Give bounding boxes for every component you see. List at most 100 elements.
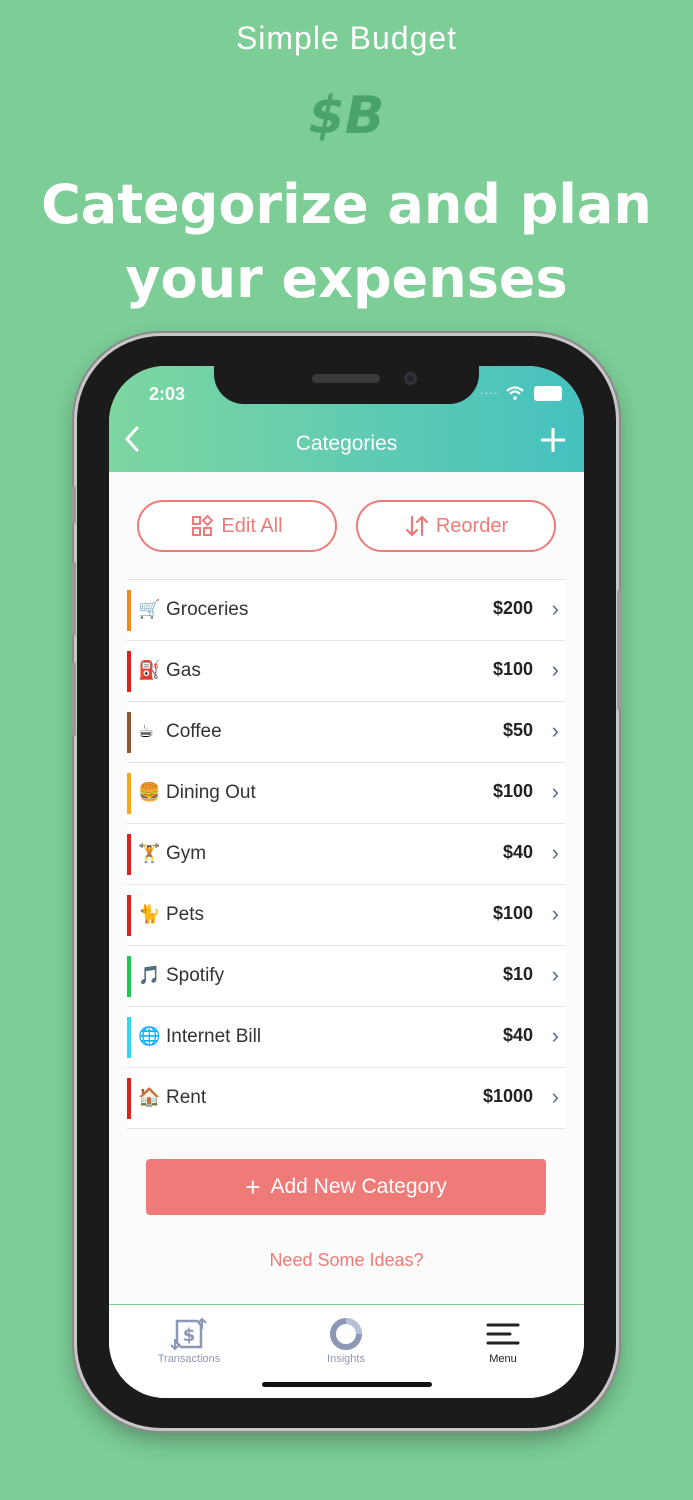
- category-row[interactable]: 🏠 Rent $1000 ›: [127, 1068, 565, 1129]
- speaker: [312, 374, 380, 383]
- category-amount: $10: [502, 964, 533, 984]
- category-name: Dining Out: [166, 782, 256, 803]
- donut-chart-icon: [330, 1318, 362, 1350]
- category-color-bar: [127, 1017, 131, 1058]
- chevron-right-icon: ›: [551, 840, 559, 865]
- home-indicator: [262, 1382, 432, 1387]
- reorder-label: Reorder: [435, 514, 509, 537]
- status-time: 2:03: [149, 384, 186, 404]
- tab-menu-label: Menu: [489, 1353, 517, 1365]
- category-amount: $100: [492, 659, 533, 679]
- tab-menu[interactable]: Menu: [443, 1315, 563, 1365]
- category-amount: $200: [492, 598, 533, 618]
- chevron-right-icon: ›: [551, 962, 559, 987]
- screen: 2:03 ···· Categories Edit All Reorder 🛒 …: [109, 366, 584, 1398]
- category-name: Internet Bill: [166, 1026, 262, 1047]
- category-emoji-icon: ⛽: [138, 660, 161, 681]
- signal-icon: ····: [479, 384, 499, 400]
- category-list: 🛒 Groceries $200 › ⛽ Gas $100 › ☕ Coffee $50 › 🍔 Dini…: [127, 579, 565, 1129]
- category-name: Pets: [166, 904, 205, 925]
- add-new-category-button[interactable]: + Add New Category: [146, 1159, 546, 1215]
- category-row[interactable]: ☕ Coffee $50 ›: [127, 702, 565, 763]
- category-color-bar: [127, 1078, 131, 1119]
- category-amount: $40: [502, 1025, 533, 1045]
- silent-switch: [72, 486, 76, 524]
- category-name: Groceries: [166, 599, 249, 620]
- tab-transactions-label: Transactions: [157, 1353, 221, 1365]
- category-emoji-icon: 🎵: [138, 965, 161, 986]
- app-name: Simple Budget: [235, 20, 458, 56]
- category-name: Rent: [166, 1087, 207, 1108]
- power-button: [617, 590, 621, 710]
- status-icons: ····: [480, 384, 562, 401]
- category-amount: $100: [492, 903, 533, 923]
- tab-insights[interactable]: Insights: [286, 1315, 406, 1365]
- dollar-exchange-icon: $: [170, 1317, 207, 1351]
- logo-icon: $B: [308, 86, 385, 146]
- edit-all-button[interactable]: Edit All: [137, 500, 337, 552]
- chevron-right-icon: ›: [551, 718, 559, 743]
- category-color-bar: [127, 590, 131, 631]
- category-color-bar: [127, 834, 131, 875]
- grid-edit-icon: [192, 515, 214, 536]
- svg-text:$: $: [183, 1325, 196, 1346]
- tab-insights-label: Insights: [327, 1353, 365, 1365]
- category-row[interactable]: 🌐 Internet Bill $40 ›: [127, 1007, 565, 1068]
- chevron-right-icon: ›: [551, 1023, 559, 1048]
- chevron-right-icon: ›: [551, 901, 559, 926]
- category-row[interactable]: 🛒 Groceries $200 ›: [127, 580, 565, 641]
- plus-icon: [540, 427, 566, 453]
- category-color-bar: [127, 712, 131, 753]
- category-emoji-icon: 🏠: [138, 1087, 161, 1108]
- phone-frame: 2:03 ···· Categories Edit All Reorder 🛒 …: [72, 336, 621, 1428]
- headline-line-1: Categorize and plan: [41, 173, 652, 236]
- headline: Categorize and plan your expenses: [0, 168, 693, 316]
- category-name: Gas: [166, 660, 201, 681]
- chevron-right-icon: ›: [551, 779, 559, 804]
- volume-up-button: [72, 562, 76, 636]
- add-button[interactable]: [536, 424, 570, 458]
- category-color-bar: [127, 773, 131, 814]
- category-emoji-icon: 🌐: [138, 1026, 161, 1047]
- category-amount: $1000: [482, 1086, 533, 1106]
- category-name: Gym: [166, 843, 207, 864]
- plus-icon: +: [245, 1171, 261, 1202]
- category-row[interactable]: 🎵 Spotify $10 ›: [127, 946, 565, 1007]
- tab-bar: $ Transactions Insights Menu: [109, 1304, 584, 1398]
- sort-arrows-icon: [405, 515, 428, 537]
- camera: [404, 372, 417, 385]
- category-color-bar: [127, 895, 131, 936]
- category-row[interactable]: ⛽ Gas $100 ›: [127, 641, 565, 702]
- category-emoji-icon: ☕: [138, 721, 155, 742]
- category-amount: $40: [502, 842, 533, 862]
- chevron-right-icon: ›: [551, 657, 559, 682]
- edit-all-label: Edit All: [221, 514, 283, 537]
- category-color-bar: [127, 651, 131, 692]
- wifi-icon: [506, 386, 524, 401]
- menu-icon: [486, 1323, 520, 1345]
- category-emoji-icon: 🐈: [138, 904, 161, 925]
- category-row[interactable]: 🏋 Gym $40 ›: [127, 824, 565, 885]
- tab-transactions[interactable]: $ Transactions: [129, 1315, 249, 1365]
- category-name: Coffee: [166, 721, 222, 742]
- chevron-right-icon: ›: [551, 596, 559, 621]
- page-title: Categories: [295, 432, 398, 455]
- battery-icon: [534, 385, 562, 401]
- need-ideas-link[interactable]: Need Some Ideas?: [109, 1250, 584, 1271]
- category-emoji-icon: 🏋: [138, 843, 161, 864]
- action-buttons: Edit All Reorder: [137, 500, 556, 552]
- category-row[interactable]: 🐈 Pets $100 ›: [127, 885, 565, 946]
- category-amount: $50: [502, 720, 533, 740]
- headline-line-2: your expenses: [125, 247, 568, 310]
- category-emoji-icon: 🛒: [138, 599, 161, 620]
- chevron-right-icon: ›: [551, 1084, 559, 1109]
- volume-down-button: [72, 662, 76, 736]
- category-color-bar: [127, 956, 131, 997]
- category-row[interactable]: 🍔 Dining Out $100 ›: [127, 763, 565, 824]
- category-amount: $100: [492, 781, 533, 801]
- add-new-category-label: Add New Category: [270, 1175, 447, 1198]
- notch: [214, 366, 479, 404]
- category-emoji-icon: 🍔: [138, 782, 161, 803]
- category-name: Spotify: [166, 965, 225, 986]
- reorder-button[interactable]: Reorder: [356, 500, 556, 552]
